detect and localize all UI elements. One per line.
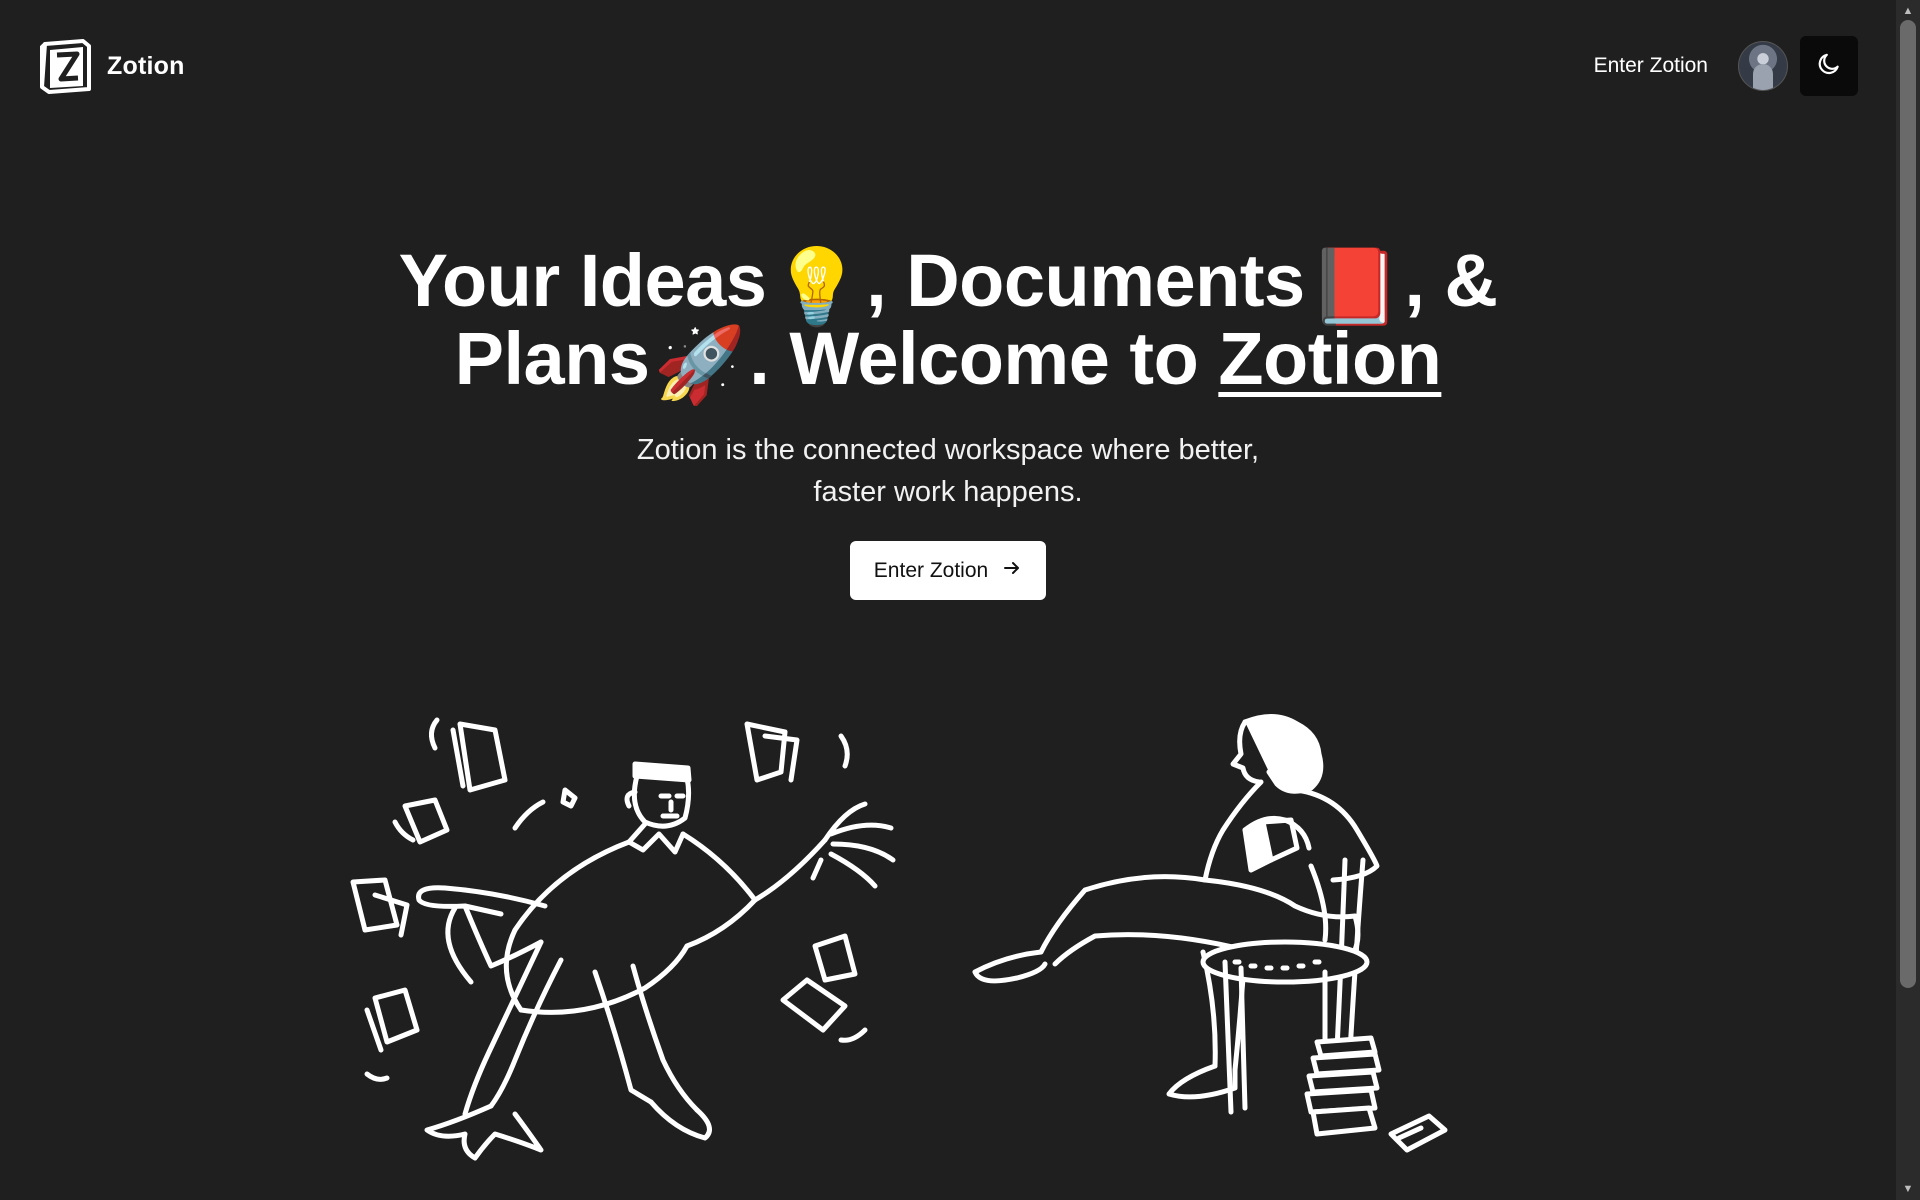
title-part-ideas: Your Ideas bbox=[398, 239, 767, 322]
scroll-thumb[interactable] bbox=[1900, 20, 1916, 988]
brand[interactable]: Zotion bbox=[37, 37, 185, 95]
scroll-down-icon[interactable]: ▼ bbox=[1896, 1180, 1920, 1198]
page-scrollbar[interactable]: ▲ ▼ bbox=[1896, 0, 1920, 1200]
arrow-right-icon bbox=[1002, 558, 1022, 584]
person-juggling-papers-illustration bbox=[345, 710, 925, 1175]
brand-name: Zotion bbox=[107, 51, 185, 80]
moon-icon bbox=[1816, 51, 1842, 82]
landing-page: Zotion Enter Zotion Your Ideas💡, Documen… bbox=[0, 0, 1920, 1200]
title-part-welcome: . Welcome to bbox=[749, 317, 1199, 400]
theme-toggle-button[interactable] bbox=[1800, 36, 1858, 96]
rocket-icon: 🚀 bbox=[653, 323, 746, 406]
lightbulb-icon: 💡 bbox=[770, 245, 863, 328]
book-icon: 📕 bbox=[1308, 245, 1401, 328]
title-part-documents: , Documents bbox=[866, 239, 1305, 322]
user-avatar[interactable] bbox=[1738, 41, 1788, 91]
hero-subtitle: Zotion is the connected workspace where … bbox=[636, 434, 1260, 508]
cta-label: Enter Zotion bbox=[873, 558, 989, 582]
zotion-logo-icon bbox=[37, 37, 93, 95]
person-reading-in-chair-illustration bbox=[945, 710, 1485, 1175]
enter-zotion-button[interactable]: Enter Zotion bbox=[849, 541, 1047, 600]
scroll-up-icon[interactable]: ▲ bbox=[1896, 2, 1920, 20]
nav-actions: Enter Zotion bbox=[1594, 36, 1858, 96]
navbar: Zotion Enter Zotion bbox=[0, 0, 1896, 132]
hero-section: Your Ideas💡, Documents📕, & Plans🚀. Welco… bbox=[0, 244, 1896, 600]
title-brand: Zotion bbox=[1218, 317, 1442, 400]
enter-zotion-nav-link[interactable]: Enter Zotion bbox=[1594, 54, 1708, 78]
hero-title: Your Ideas💡, Documents📕, & Plans🚀. Welco… bbox=[348, 244, 1548, 406]
